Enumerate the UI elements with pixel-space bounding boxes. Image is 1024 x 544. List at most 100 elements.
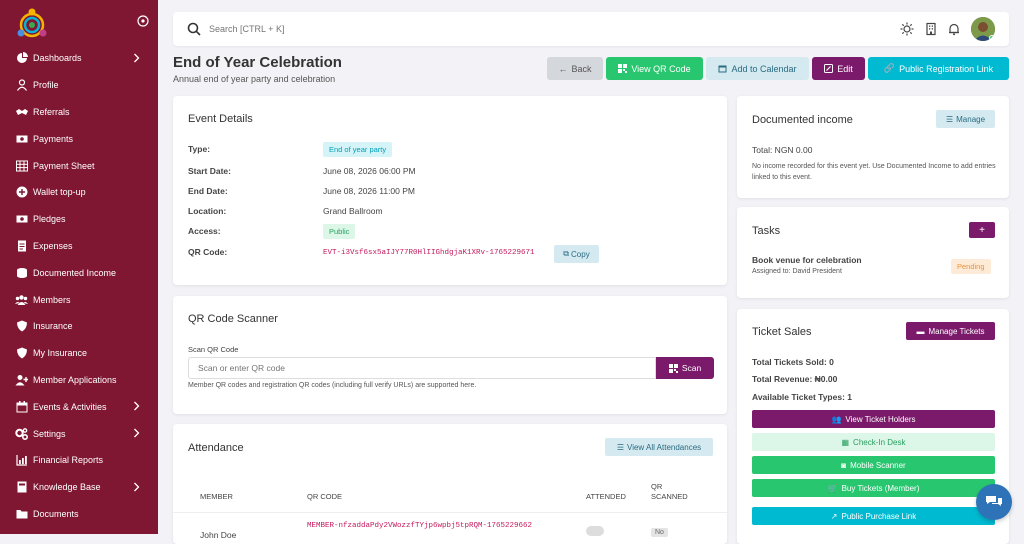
view-ticket-holders-button[interactable]: 👥 View Ticket Holders: [752, 410, 995, 428]
qr-scanned-badge: No: [651, 528, 668, 537]
sidebar-item-label: Payments: [33, 133, 74, 144]
sidebar-item-label: Pledges: [33, 214, 66, 225]
qr-code-input[interactable]: [188, 357, 656, 379]
user-avatar[interactable]: [971, 17, 995, 41]
member-qr-code: MEMBER-nfzaddaPdy2VWozzfTYjp6wpbj5tpRQM-…: [307, 522, 533, 530]
building-icon[interactable]: [924, 22, 938, 36]
money-icon: [15, 132, 28, 145]
sidebar-item-label: Wallet top-up: [33, 187, 86, 198]
event-details-card: Event Details Type: End of year party St…: [173, 96, 727, 285]
tasks-card: Tasks + Book venue for celebration Assig…: [737, 207, 1009, 298]
sun-icon[interactable]: [900, 22, 914, 36]
coins-icon: [15, 266, 28, 279]
app-logo[interactable]: [14, 7, 50, 43]
sidebar-item-dashboards[interactable]: Dashboards: [0, 45, 158, 72]
add-task-button[interactable]: +: [969, 222, 995, 238]
sidebar-item-documents[interactable]: Documents: [0, 501, 158, 528]
book-icon: [15, 481, 28, 494]
sidebar-item-label: Events & Activities: [33, 401, 107, 412]
search-icon: [187, 22, 201, 36]
money-icon: [15, 213, 28, 226]
sidebar-item-knowledge-base[interactable]: Knowledge Base: [0, 474, 158, 501]
shield-icon: [15, 347, 28, 360]
sidebar-item-documented-income[interactable]: Documented Income: [0, 259, 158, 286]
table-divider: [173, 512, 727, 513]
start-date-label: Start Date:: [188, 166, 231, 176]
access-badge: Public: [323, 224, 356, 239]
event-details-title: Event Details: [188, 113, 253, 125]
end-date-label: End Date:: [188, 186, 228, 196]
sidebar-item-my-insurance[interactable]: My Insurance: [0, 340, 158, 367]
view-all-attendances-button[interactable]: ☰ View All Attendances: [605, 438, 713, 456]
ticket-icon: ▬: [916, 326, 925, 336]
sidebar-item-pledges[interactable]: Pledges: [0, 206, 158, 233]
sidebar-nav: Dashboards Profile Referrals Payments Paymen…: [0, 45, 158, 527]
public-registration-link-button[interactable]: 🔗 Public Registration Link: [868, 57, 1009, 80]
back-button[interactable]: ← Back: [547, 57, 603, 80]
sidebar-item-wallet-top-up[interactable]: Wallet top-up: [0, 179, 158, 206]
public-purchase-link-button[interactable]: ↗ Public Purchase Link: [752, 507, 995, 525]
task-assignee: Assigned to: David President: [752, 268, 842, 275]
buy-tickets-button[interactable]: 🛒 Buy Tickets (Member): [752, 479, 995, 497]
mobile-scanner-button[interactable]: ◙ Mobile Scanner: [752, 456, 995, 474]
sidebar-item-members[interactable]: Members: [0, 286, 158, 313]
start-date-value: June 08, 2026 06:00 PM: [323, 166, 416, 176]
sidebar-item-label: Settings: [33, 428, 66, 439]
sidebar-item-referrals[interactable]: Referrals: [0, 99, 158, 126]
sidebar-item-insurance[interactable]: Insurance: [0, 313, 158, 340]
chart-icon: [15, 454, 28, 467]
total-tickets-sold: Total Tickets Sold: 0: [752, 357, 834, 367]
event-type-badge: End of year party: [323, 142, 393, 157]
column-header-member: MEMBER: [200, 492, 233, 501]
sidebar-item-profile[interactable]: Profile: [0, 72, 158, 99]
handshake-icon: [15, 105, 28, 118]
sidebar-item-payments[interactable]: Payments: [0, 125, 158, 152]
sidebar-item-settings[interactable]: Settings: [0, 420, 158, 447]
scanner-help-text: Member QR codes and registration QR code…: [188, 382, 477, 389]
check-in-desk-button[interactable]: ▦ Check-In Desk: [752, 433, 995, 451]
edit-button[interactable]: Edit: [812, 57, 865, 80]
sidebar-item-expenses[interactable]: Expenses: [0, 233, 158, 260]
copy-button[interactable]: ⧉ Copy: [554, 245, 599, 263]
sidebar-item-label: Documents: [33, 508, 79, 519]
qr-scanner-title: QR Code Scanner: [188, 313, 278, 325]
manage-tickets-button[interactable]: ▬ Manage Tickets: [906, 322, 995, 340]
top-bar: [173, 12, 1009, 46]
chat-button[interactable]: [976, 484, 1012, 520]
ticket-sales-title: Ticket Sales: [752, 326, 812, 338]
bell-icon[interactable]: [947, 22, 961, 36]
external-link-icon: ↗: [830, 511, 838, 521]
table-icon: [15, 159, 28, 172]
collapse-sidebar-icon[interactable]: [137, 15, 149, 27]
user-icon: [15, 79, 28, 92]
sidebar-item-events-activities[interactable]: Events & Activities: [0, 393, 158, 420]
sidebar-item-payment-sheet[interactable]: Payment Sheet: [0, 152, 158, 179]
scan-button[interactable]: Scan: [656, 357, 714, 379]
sidebar-item-label: Expenses: [33, 240, 73, 251]
add-to-calendar-button[interactable]: Add to Calendar: [706, 57, 809, 80]
sidebar-item-label: Financial Reports: [33, 455, 104, 466]
tasks-title: Tasks: [752, 225, 781, 237]
search-input[interactable]: [209, 21, 509, 37]
camera-icon: ◙: [841, 460, 847, 470]
edit-icon: [824, 64, 834, 73]
chevron-right-icon: [133, 428, 140, 440]
column-header-attended: ATTENDED: [586, 492, 626, 501]
sidebar-item-member-applications[interactable]: Member Applications: [0, 367, 158, 394]
copy-icon: ⧉: [563, 249, 570, 258]
sidebar-item-financial-reports[interactable]: Financial Reports: [0, 447, 158, 474]
sidebar-item-label: Referrals: [33, 106, 70, 117]
sidebar-item-label: Documented Income: [33, 267, 117, 278]
view-qr-code-button[interactable]: View QR Code: [606, 57, 703, 80]
sidebar-item-label: Insurance: [33, 321, 73, 332]
sidebar-item-label: Payment Sheet: [33, 160, 95, 171]
calendar-icon: [15, 400, 28, 413]
attended-toggle[interactable]: [586, 526, 604, 536]
plus-circle-icon: [15, 186, 28, 199]
chevron-right-icon: [133, 53, 140, 65]
page-title: End of Year Celebration: [173, 54, 342, 71]
available-ticket-types: Available Ticket Types: 1: [752, 392, 852, 402]
task-title: Book venue for celebration: [752, 255, 862, 265]
manage-income-button[interactable]: ☰ Manage: [936, 110, 995, 128]
document-icon: [15, 239, 28, 252]
